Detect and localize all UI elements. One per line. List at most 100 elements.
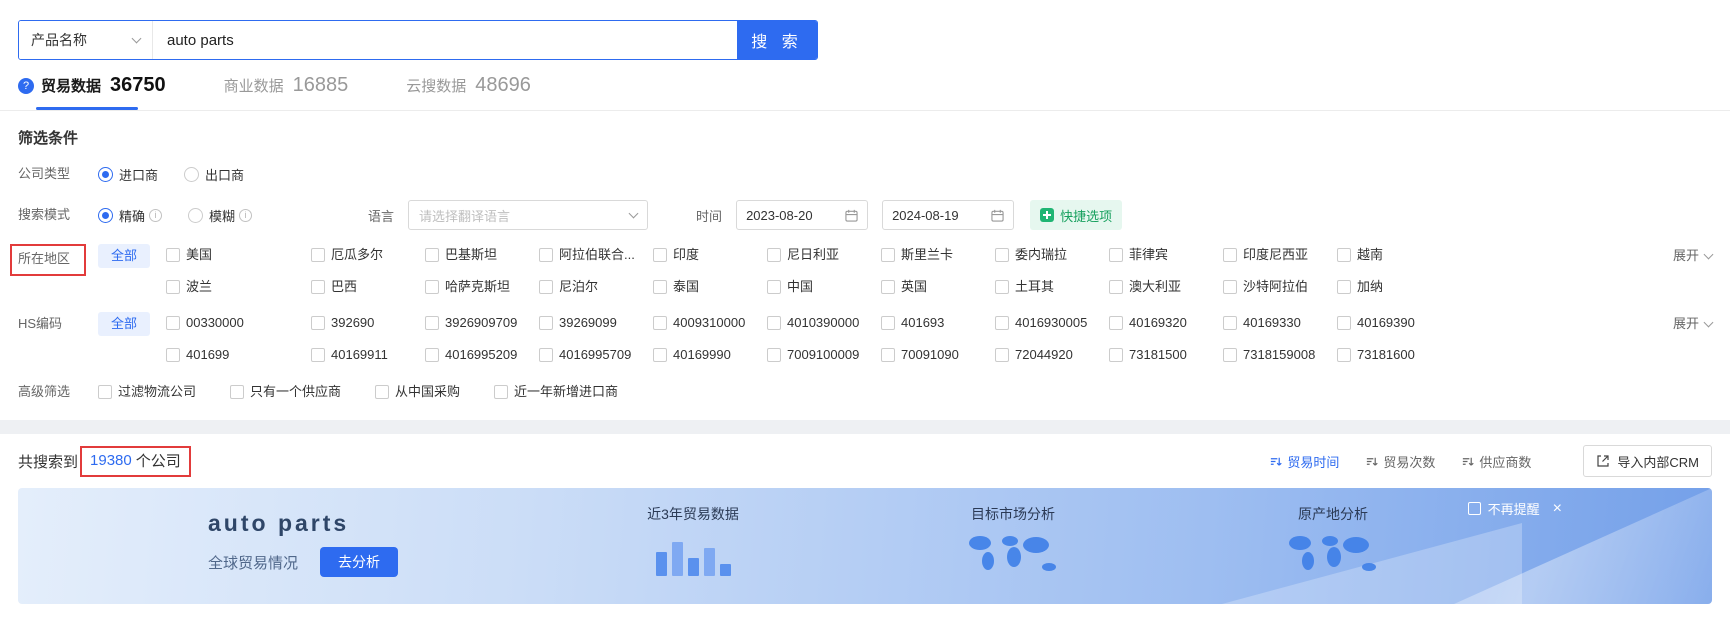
hs-code-checkbox[interactable]: 4009310000 [653, 312, 767, 334]
hs-code-checkbox[interactable]: 73181600 [1337, 344, 1451, 366]
checkbox-icon[interactable] [995, 348, 1010, 362]
hs-code-checkbox[interactable]: 401693 [881, 312, 995, 334]
region-checkbox[interactable]: 哈萨克斯坦 [425, 276, 539, 298]
hs-code-checkbox[interactable]: 40169330 [1223, 312, 1337, 334]
sort-trade-time[interactable]: 贸易时间 [1269, 452, 1339, 471]
radio-fuzzy-mode[interactable]: 模糊 [188, 206, 253, 225]
tab-business-data[interactable]: 商业数据 16885 [224, 74, 349, 110]
checkbox-icon[interactable] [1109, 280, 1124, 294]
radio-icon[interactable] [98, 166, 113, 182]
region-expand-link[interactable]: 展开 [1673, 244, 1714, 268]
region-checkbox[interactable]: 印度 [653, 244, 767, 266]
checkbox-icon[interactable] [539, 348, 554, 362]
region-checkbox[interactable]: 美国 [166, 244, 311, 266]
checkbox-icon[interactable] [311, 280, 326, 294]
close-icon[interactable] [1553, 501, 1562, 517]
radio-icon[interactable] [184, 166, 200, 182]
checkbox-icon[interactable] [166, 280, 181, 294]
region-checkbox[interactable]: 沙特阿拉伯 [1223, 276, 1337, 298]
checkbox-icon[interactable] [166, 248, 181, 262]
checkbox-icon[interactable] [653, 280, 668, 294]
checkbox-icon[interactable] [767, 316, 782, 330]
tab-cloud-search-data[interactable]: 云搜数据 48696 [406, 74, 531, 110]
radio-icon[interactable] [188, 207, 204, 223]
checkbox-icon[interactable] [1337, 248, 1352, 262]
hs-code-checkbox[interactable]: 70091090 [881, 344, 995, 366]
checkbox-icon[interactable] [653, 248, 668, 262]
checkbox-icon[interactable] [539, 316, 554, 330]
region-all-button[interactable]: 全部 [98, 244, 151, 268]
checkbox-icon[interactable] [881, 316, 896, 330]
search-category-dropdown[interactable]: 产品名称 [19, 21, 153, 59]
hs-code-checkbox[interactable]: 392690 [311, 312, 425, 334]
help-icon[interactable] [18, 77, 34, 94]
hs-code-checkbox[interactable]: 4016930005 [995, 312, 1109, 334]
hs-code-checkbox[interactable]: 72044920 [995, 344, 1109, 366]
checkbox-icon[interactable] [539, 248, 554, 262]
checkbox-icon[interactable] [653, 348, 668, 362]
region-checkbox[interactable]: 澳大利亚 [1109, 276, 1223, 298]
hs-code-checkbox[interactable]: 4010390000 [767, 312, 881, 334]
hs-code-checkbox[interactable]: 40169390 [1337, 312, 1451, 334]
checkbox-icon[interactable] [1109, 348, 1124, 362]
checkbox-icon[interactable] [230, 385, 245, 399]
checkbox-icon[interactable] [767, 348, 782, 362]
checkbox-icon[interactable] [425, 248, 440, 262]
hs-code-checkbox[interactable]: 4016995709 [539, 344, 653, 366]
checkbox-icon[interactable] [881, 248, 896, 262]
checkbox-icon[interactable] [653, 316, 668, 330]
hs-code-expand-link[interactable]: 展开 [1673, 312, 1714, 336]
hs-code-all-button[interactable]: 全部 [98, 312, 151, 336]
info-icon[interactable] [149, 208, 163, 222]
region-checkbox[interactable]: 巴西 [311, 276, 425, 298]
sort-trade-count[interactable]: 贸易次数 [1365, 452, 1435, 471]
language-select[interactable]: 请选择翻译语言 [408, 200, 649, 230]
hs-code-checkbox[interactable]: 40169320 [1109, 312, 1223, 334]
checkbox-icon[interactable] [1109, 248, 1124, 262]
checkbox-icon[interactable] [767, 248, 782, 262]
region-checkbox[interactable]: 印度尼西亚 [1223, 244, 1337, 266]
checkbox-icon[interactable] [98, 385, 112, 399]
checkbox-icon[interactable] [995, 316, 1010, 330]
checkbox-icon[interactable] [311, 316, 326, 330]
checkbox-icon[interactable] [1337, 348, 1352, 362]
hs-code-checkbox[interactable]: 73181500 [1109, 344, 1223, 366]
advanced-filter-checkbox[interactable]: 过滤物流公司 [98, 381, 196, 403]
quick-options-button[interactable]: 快捷选项 [1030, 200, 1123, 230]
checkbox-icon[interactable] [1337, 316, 1352, 330]
checkbox-icon[interactable] [311, 348, 326, 362]
checkbox-icon[interactable] [1223, 348, 1238, 362]
region-checkbox[interactable]: 英国 [881, 276, 995, 298]
hs-code-checkbox[interactable]: 7318159008 [1223, 344, 1337, 366]
start-date-input[interactable]: 2023-08-20 [736, 200, 869, 230]
radio-icon[interactable] [98, 207, 113, 223]
region-checkbox[interactable]: 菲律宾 [1109, 244, 1223, 266]
checkbox-icon[interactable] [881, 348, 896, 362]
checkbox-icon[interactable] [311, 248, 326, 262]
checkbox-icon[interactable] [425, 280, 440, 294]
hs-code-checkbox[interactable]: 7009100009 [767, 344, 881, 366]
checkbox-icon[interactable] [1223, 316, 1238, 330]
region-checkbox[interactable]: 尼泊尔 [539, 276, 653, 298]
region-checkbox[interactable]: 土耳其 [995, 276, 1109, 298]
checkbox-icon[interactable] [1223, 248, 1238, 262]
hs-code-checkbox[interactable]: 401699 [166, 344, 311, 366]
region-checkbox[interactable]: 波兰 [166, 276, 311, 298]
analyze-button[interactable]: 去分析 [320, 547, 399, 577]
import-crm-button[interactable]: 导入内部CRM [1583, 445, 1712, 477]
checkbox-icon[interactable] [166, 316, 181, 330]
region-checkbox[interactable]: 巴基斯坦 [425, 244, 539, 266]
region-checkbox[interactable]: 加纳 [1337, 276, 1451, 298]
hs-code-checkbox[interactable]: 40169990 [653, 344, 767, 366]
hs-code-checkbox[interactable]: 00330000 [166, 312, 311, 334]
checkbox-icon[interactable] [425, 316, 440, 330]
region-checkbox[interactable]: 越南 [1337, 244, 1451, 266]
advanced-filter-checkbox[interactable]: 从中国采购 [375, 381, 460, 403]
region-checkbox[interactable]: 斯里兰卡 [881, 244, 995, 266]
checkbox-icon[interactable] [539, 280, 554, 294]
region-checkbox[interactable]: 委内瑞拉 [995, 244, 1109, 266]
region-checkbox[interactable]: 厄瓜多尔 [311, 244, 425, 266]
checkbox-icon[interactable] [375, 385, 390, 399]
checkbox-icon[interactable] [1109, 316, 1124, 330]
checkbox-icon[interactable] [425, 348, 440, 362]
